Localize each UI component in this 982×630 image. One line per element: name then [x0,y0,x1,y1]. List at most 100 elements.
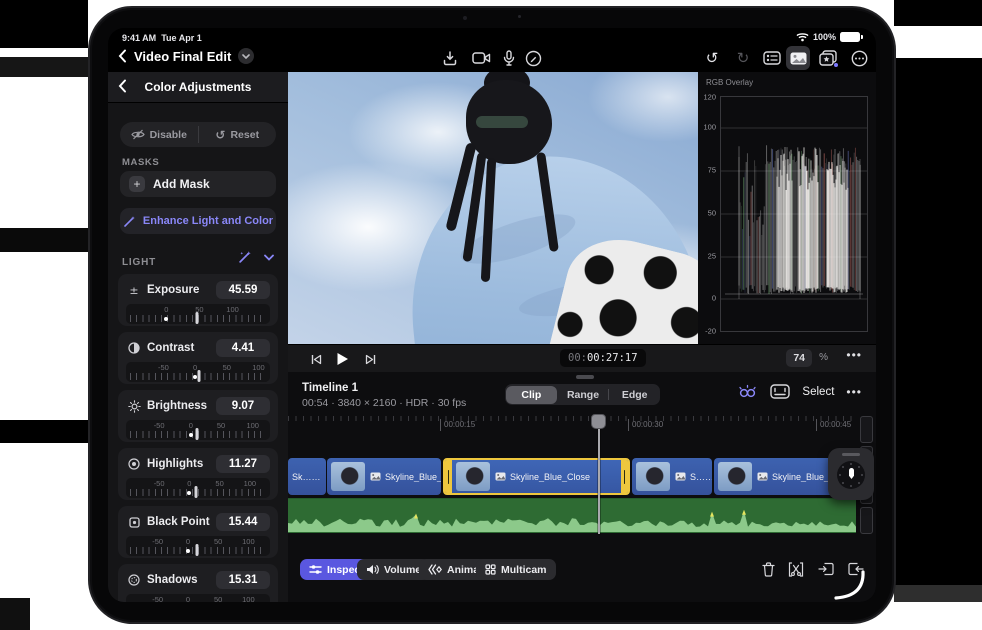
microphone-icon [503,50,515,66]
contrast-slider[interactable]: -50 0 50 100 [126,362,270,382]
pencil-tools-button[interactable] [521,46,545,70]
brightness-value[interactable]: 9.07 [216,397,270,415]
more-options-button[interactable] [847,46,871,70]
timeline-clip[interactable]: Skyline_Blue_Wide [327,458,441,495]
timeline-clip[interactable]: Sk…… [288,458,326,495]
mode-edge[interactable]: Edge [609,386,660,404]
scale-label: -50 [152,595,164,602]
add-mask-label: Add Mask [153,177,210,191]
slider-handle[interactable] [195,428,199,440]
slider-handle[interactable] [195,312,199,324]
panel-title: Color Adjustments [144,80,252,94]
mode-clip[interactable]: Clip [506,385,557,404]
undo-button[interactable]: ↺ [700,46,724,70]
skip-forward-icon [365,354,375,364]
scale-label: -50 [158,363,169,372]
record-video-button[interactable] [469,46,493,70]
reset-label: Reset [230,128,260,141]
control-label: Brightness [147,400,208,412]
scale-label: 50 [213,537,223,546]
panel-header: Color Adjustments [108,72,288,103]
auto-enhance-icon[interactable] [238,250,252,264]
clip-name: Skyline_Blue_Close [510,471,591,482]
add-mask-button[interactable]: + Add Mask [120,171,276,197]
trim-handle-left[interactable] [445,460,452,493]
background-fragment [894,585,982,602]
slider-handle[interactable] [194,486,198,498]
audio-track[interactable] [288,498,856,533]
record-audio-button[interactable] [497,46,521,70]
zero-dot [188,433,193,437]
disable-button[interactable]: Disable [120,122,198,147]
collapse-chevron-icon[interactable] [264,254,274,261]
rgb-overlay-scope: RGB Overlay 120 100 75 50 25 0 -20 [698,72,876,344]
scope-tick: 120 [703,92,716,102]
highlights-slider[interactable]: -50 0 50 100 [126,478,270,498]
playhead-handle[interactable] [591,414,606,429]
jog-wheel[interactable] [828,448,874,500]
multicam-button[interactable]: Multicam [476,559,556,580]
shadows-value[interactable]: 15.31 [216,571,270,589]
shadows-slider[interactable]: -50 0 50 100 [126,594,270,602]
plus-icon: + [129,176,145,192]
exposure-slider[interactable]: 0 50 100 [126,304,270,324]
snapping-icon[interactable] [736,384,758,399]
keyframe-icon [428,564,442,575]
transport-bar: 00:00:27:17 74 % ••• [288,344,876,373]
clip-appearance-icon[interactable] [770,384,791,399]
import-button[interactable] [438,46,462,70]
scale-label: 0 [164,305,169,314]
black-point-value[interactable]: 15.44 [216,513,270,531]
viewer-more-button[interactable]: ••• [846,348,862,362]
enhance-button[interactable]: Enhance Light and Color [120,208,276,234]
play-button[interactable] [332,349,352,369]
trim-handle-right[interactable] [621,460,628,493]
previous-frame-button[interactable] [306,349,326,369]
viewer-zoom-value[interactable]: 74 [786,349,812,367]
timeline-settings-button[interactable] [760,46,784,70]
timeline-ruler[interactable]: 00:00:15 00:00:30 00:00:45 [288,416,856,432]
audio-waveform [288,509,856,532]
black-point-slider[interactable]: -50 0 50 100 [126,536,270,556]
clip-thumbnail [636,462,670,491]
brightness-slider[interactable]: -50 0 50 100 [126,420,270,440]
timeline-more-button[interactable]: ••• [846,385,862,399]
delete-button[interactable] [757,558,779,580]
highlights-icon [126,458,142,470]
select-tool-button[interactable]: Select [802,386,834,398]
timecode-display[interactable]: 00:00:27:17 [560,349,646,367]
slider-handle[interactable] [195,544,199,556]
disable-reset-control: Disable ↺ Reset [120,122,276,147]
jog-handle-bar [842,453,860,456]
background-fragment [894,0,982,26]
battery-icon [840,32,863,42]
apple-pencil-icon [525,50,541,66]
contrast-value[interactable]: 4.41 [216,339,270,357]
mode-range[interactable]: Range [558,386,609,404]
viewer-preview[interactable] [288,72,698,344]
timeline-clip-selected[interactable]: Skyline_Blue_Close [443,458,630,495]
reset-button[interactable]: ↺ Reset [199,122,277,147]
exposure-value[interactable]: 45.59 [216,281,270,299]
redo-button[interactable]: ↻ [731,46,755,70]
ellipsis-circle-icon [851,50,867,66]
title-menu-button[interactable] [238,48,255,64]
multicam-label: Multicam [501,563,547,576]
jog-dial[interactable] [837,461,865,489]
clip-name: S…… [690,471,712,482]
resize-handle[interactable] [576,375,594,379]
timeline-clip[interactable]: S…… [632,458,712,495]
media-browser-button[interactable] [786,46,810,70]
blade-button[interactable] [785,558,807,580]
scale-label: 100 [252,363,265,372]
next-frame-button[interactable] [360,349,380,369]
timecode-hours: 00: [568,352,587,364]
back-chevron-icon[interactable] [118,49,127,63]
enhance-label: Enhance Light and Color [142,215,274,227]
slider-handle[interactable] [197,370,201,382]
highlights-value[interactable]: 11.27 [216,455,270,473]
control-black-point: Black Point 15.44 -50 0 50 100 [118,506,278,558]
project-title[interactable]: Video Final Edit [134,49,231,64]
ruler-label: 00:00:45 [816,419,851,431]
effects-browser-button[interactable] [816,46,840,70]
